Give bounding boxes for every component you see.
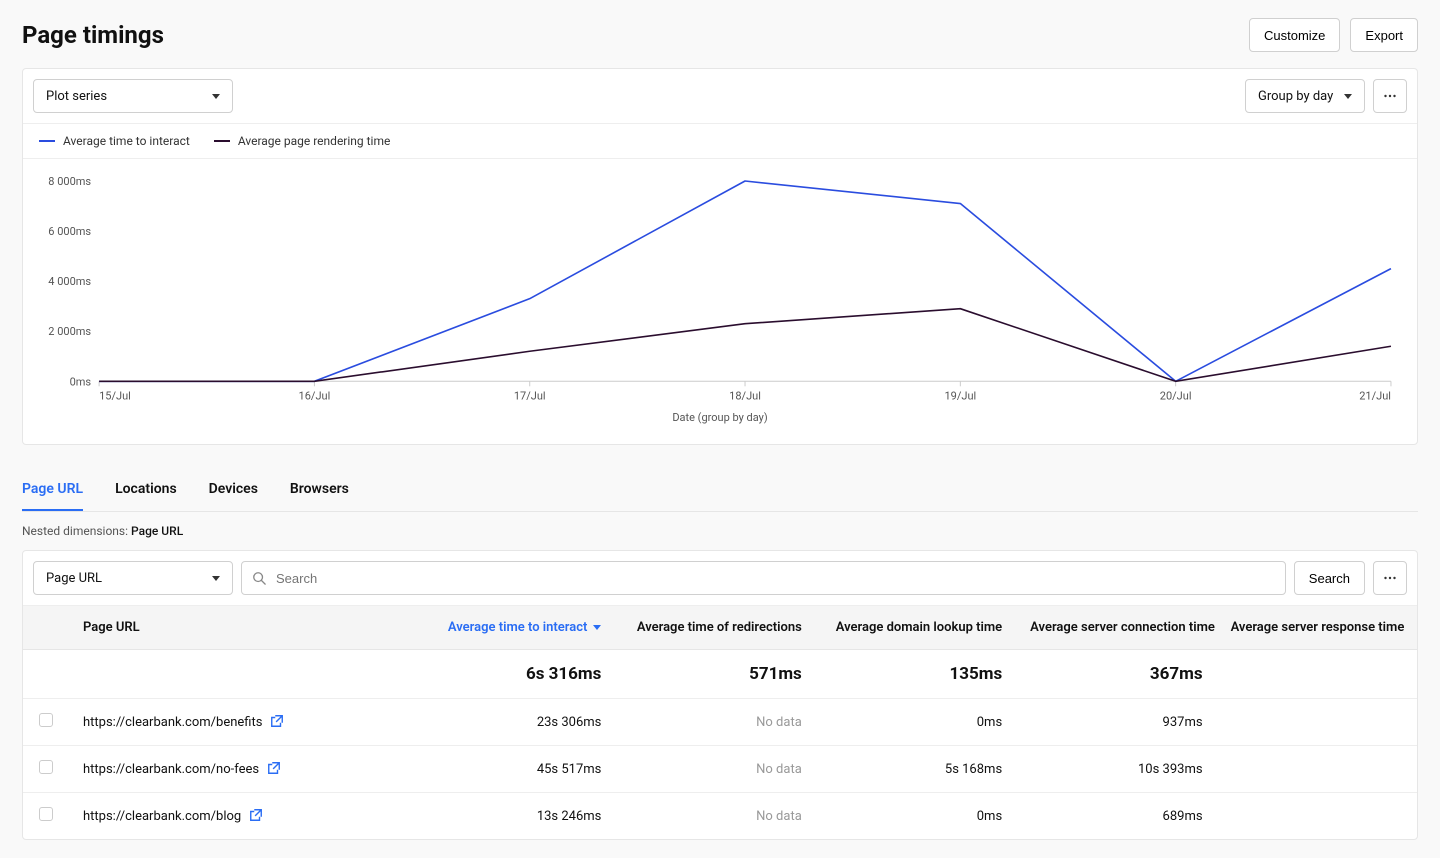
- dimension-select-label: Page URL: [46, 571, 102, 586]
- chart-x-axis-label: Date (group by day): [39, 405, 1401, 438]
- svg-text:18/Jul: 18/Jul: [729, 389, 761, 402]
- timings-line-chart: 0ms 2 000ms 4 000ms 6 000ms 8 000ms 15/Jul 16/…: [39, 175, 1401, 405]
- tab-page-url[interactable]: Page URL: [22, 473, 83, 511]
- table-row[interactable]: https://clearbank.com/no-fees 45s 517ms …: [23, 746, 1417, 793]
- row-checkbox[interactable]: [39, 713, 53, 727]
- cell-url: https://clearbank.com/blog: [69, 793, 415, 840]
- column-header[interactable]: Average server connection time: [1016, 606, 1216, 650]
- cell-redirections: No data: [615, 746, 815, 793]
- external-link-icon[interactable]: [249, 808, 263, 822]
- summary-row: 6s 316ms 571ms 135ms 367ms: [23, 650, 1417, 699]
- more-horizontal-icon: [1384, 576, 1396, 580]
- dimension-tabs: Page URL Locations Devices Browsers: [22, 473, 1418, 512]
- row-checkbox[interactable]: [39, 760, 53, 774]
- legend-item-series-a[interactable]: Average time to interact: [39, 134, 190, 148]
- svg-text:17/Jul: 17/Jul: [514, 389, 546, 402]
- column-header[interactable]: Average server response time: [1217, 606, 1417, 650]
- export-button[interactable]: Export: [1350, 18, 1418, 52]
- cell-time-to-interact: 23s 306ms: [415, 699, 615, 746]
- nested-dimensions: Nested dimensions: Page URL: [22, 524, 1418, 538]
- cell-url: https://clearbank.com/no-fees: [69, 746, 415, 793]
- cell-redirections: No data: [615, 699, 815, 746]
- legend-label-a: Average time to interact: [63, 134, 190, 148]
- plot-series-select[interactable]: Plot series: [33, 79, 233, 113]
- table-card: Page URL Search Page URLAverage time to …: [22, 550, 1418, 840]
- cell-server-response: [1217, 793, 1417, 840]
- cell-domain-lookup: 5s 168ms: [816, 746, 1016, 793]
- table-row[interactable]: https://clearbank.com/benefits 23s 306ms…: [23, 699, 1417, 746]
- column-header[interactable]: Average domain lookup time: [816, 606, 1016, 650]
- search-input[interactable]: [274, 570, 1275, 587]
- cell-time-to-interact: 45s 517ms: [415, 746, 615, 793]
- chart-legend: Average time to interact Average page re…: [23, 123, 1417, 159]
- svg-text:20/Jul: 20/Jul: [1160, 389, 1192, 402]
- legend-item-series-b[interactable]: Average page rendering time: [214, 134, 391, 148]
- chevron-down-icon: [212, 576, 220, 581]
- svg-text:16/Jul: 16/Jul: [299, 389, 331, 402]
- cell-server-connection: 689ms: [1016, 793, 1216, 840]
- table-row[interactable]: https://clearbank.com/blog 13s 246ms No …: [23, 793, 1417, 840]
- svg-text:2 000ms: 2 000ms: [48, 325, 91, 338]
- group-by-select-label: Group by day: [1258, 89, 1333, 104]
- page-title: Page timings: [22, 21, 164, 49]
- plot-series-select-label: Plot series: [46, 89, 107, 104]
- cell-domain-lookup: 0ms: [816, 699, 1016, 746]
- external-link-icon[interactable]: [267, 761, 281, 775]
- tab-browsers[interactable]: Browsers: [290, 473, 349, 511]
- column-checkbox: [23, 606, 69, 650]
- cell-server-connection: 937ms: [1016, 699, 1216, 746]
- column-header[interactable]: Average time to interact: [415, 606, 615, 650]
- sort-descending-icon: [593, 625, 601, 630]
- dimension-select[interactable]: Page URL: [33, 561, 233, 595]
- cell-url: https://clearbank.com/benefits: [69, 699, 415, 746]
- chevron-down-icon: [1344, 94, 1352, 99]
- tab-devices[interactable]: Devices: [209, 473, 258, 511]
- more-horizontal-icon: [1384, 94, 1396, 98]
- cell-redirections: No data: [615, 793, 815, 840]
- svg-text:21/Jul: 21/Jul: [1359, 389, 1391, 402]
- cell-server-connection: 10s 393ms: [1016, 746, 1216, 793]
- svg-text:8 000ms: 8 000ms: [48, 175, 91, 188]
- svg-text:4 000ms: 4 000ms: [48, 275, 91, 288]
- nested-dimensions-value: Page URL: [131, 524, 183, 538]
- cell-server-response: [1217, 746, 1417, 793]
- chart-more-button[interactable]: [1373, 79, 1407, 113]
- nested-dimensions-label: Nested dimensions:: [22, 524, 131, 538]
- cell-server-response: [1217, 699, 1417, 746]
- row-checkbox[interactable]: [39, 807, 53, 821]
- legend-swatch-b: [214, 140, 230, 142]
- chevron-down-icon: [212, 94, 220, 99]
- external-link-icon[interactable]: [270, 714, 284, 728]
- search-input-wrap[interactable]: [241, 561, 1286, 595]
- column-header[interactable]: Average time of redirections: [615, 606, 815, 650]
- chart-card: Plot series Group by day Average time to…: [22, 68, 1418, 445]
- page-timings-table: Page URLAverage time to interactAverage …: [23, 605, 1417, 839]
- svg-text:19/Jul: 19/Jul: [944, 389, 976, 402]
- column-header[interactable]: Page URL: [69, 606, 415, 650]
- group-by-select[interactable]: Group by day: [1245, 79, 1365, 113]
- legend-swatch-a: [39, 140, 55, 142]
- svg-text:15/Jul: 15/Jul: [99, 389, 131, 402]
- header-actions: Customize Export: [1249, 18, 1418, 52]
- search-icon: [252, 571, 266, 585]
- cell-domain-lookup: 0ms: [816, 793, 1016, 840]
- table-more-button[interactable]: [1373, 561, 1407, 595]
- tab-locations[interactable]: Locations: [115, 473, 177, 511]
- cell-time-to-interact: 13s 246ms: [415, 793, 615, 840]
- legend-label-b: Average page rendering time: [238, 134, 391, 148]
- chart-area: 0ms 2 000ms 4 000ms 6 000ms 8 000ms 15/Jul 16/…: [23, 159, 1417, 444]
- search-button[interactable]: Search: [1294, 561, 1365, 595]
- svg-text:6 000ms: 6 000ms: [48, 225, 91, 238]
- customize-button[interactable]: Customize: [1249, 18, 1340, 52]
- svg-text:0ms: 0ms: [70, 375, 92, 388]
